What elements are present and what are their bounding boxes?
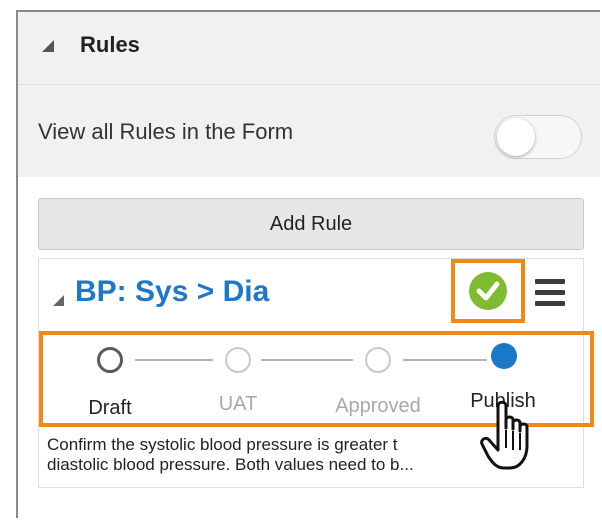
view-all-rules-label: View all Rules in the Form [38,119,294,144]
hand-pointer-icon [480,398,544,479]
step-publish-dot[interactable] [491,343,517,369]
step-approved-label[interactable]: Approved [318,395,438,418]
view-all-rules-toggle[interactable] [494,115,582,159]
rule-collapse-triangle-icon[interactable] [53,295,64,306]
check-circle-icon[interactable] [469,272,507,310]
rule-title[interactable]: BP: Sys > Dia [75,275,269,309]
validation-highlight [451,259,525,323]
collapse-triangle-icon[interactable] [42,40,54,52]
step-connector [135,359,213,361]
step-uat-dot[interactable] [225,347,251,373]
toggle-knob [497,118,535,156]
hamburger-menu-icon[interactable] [535,279,565,307]
step-connector [261,359,353,361]
step-approved-dot[interactable] [365,347,391,373]
step-connector [403,359,487,361]
add-rule-button[interactable]: Add Rule [38,198,584,250]
step-draft-label[interactable]: Draft [50,397,170,420]
step-uat-label[interactable]: UAT [178,393,298,416]
step-draft-dot[interactable] [97,347,123,373]
rules-header[interactable]: Rules [18,12,600,85]
rules-title: Rules [80,32,140,57]
view-all-rules-row: View all Rules in the Form [18,85,600,177]
